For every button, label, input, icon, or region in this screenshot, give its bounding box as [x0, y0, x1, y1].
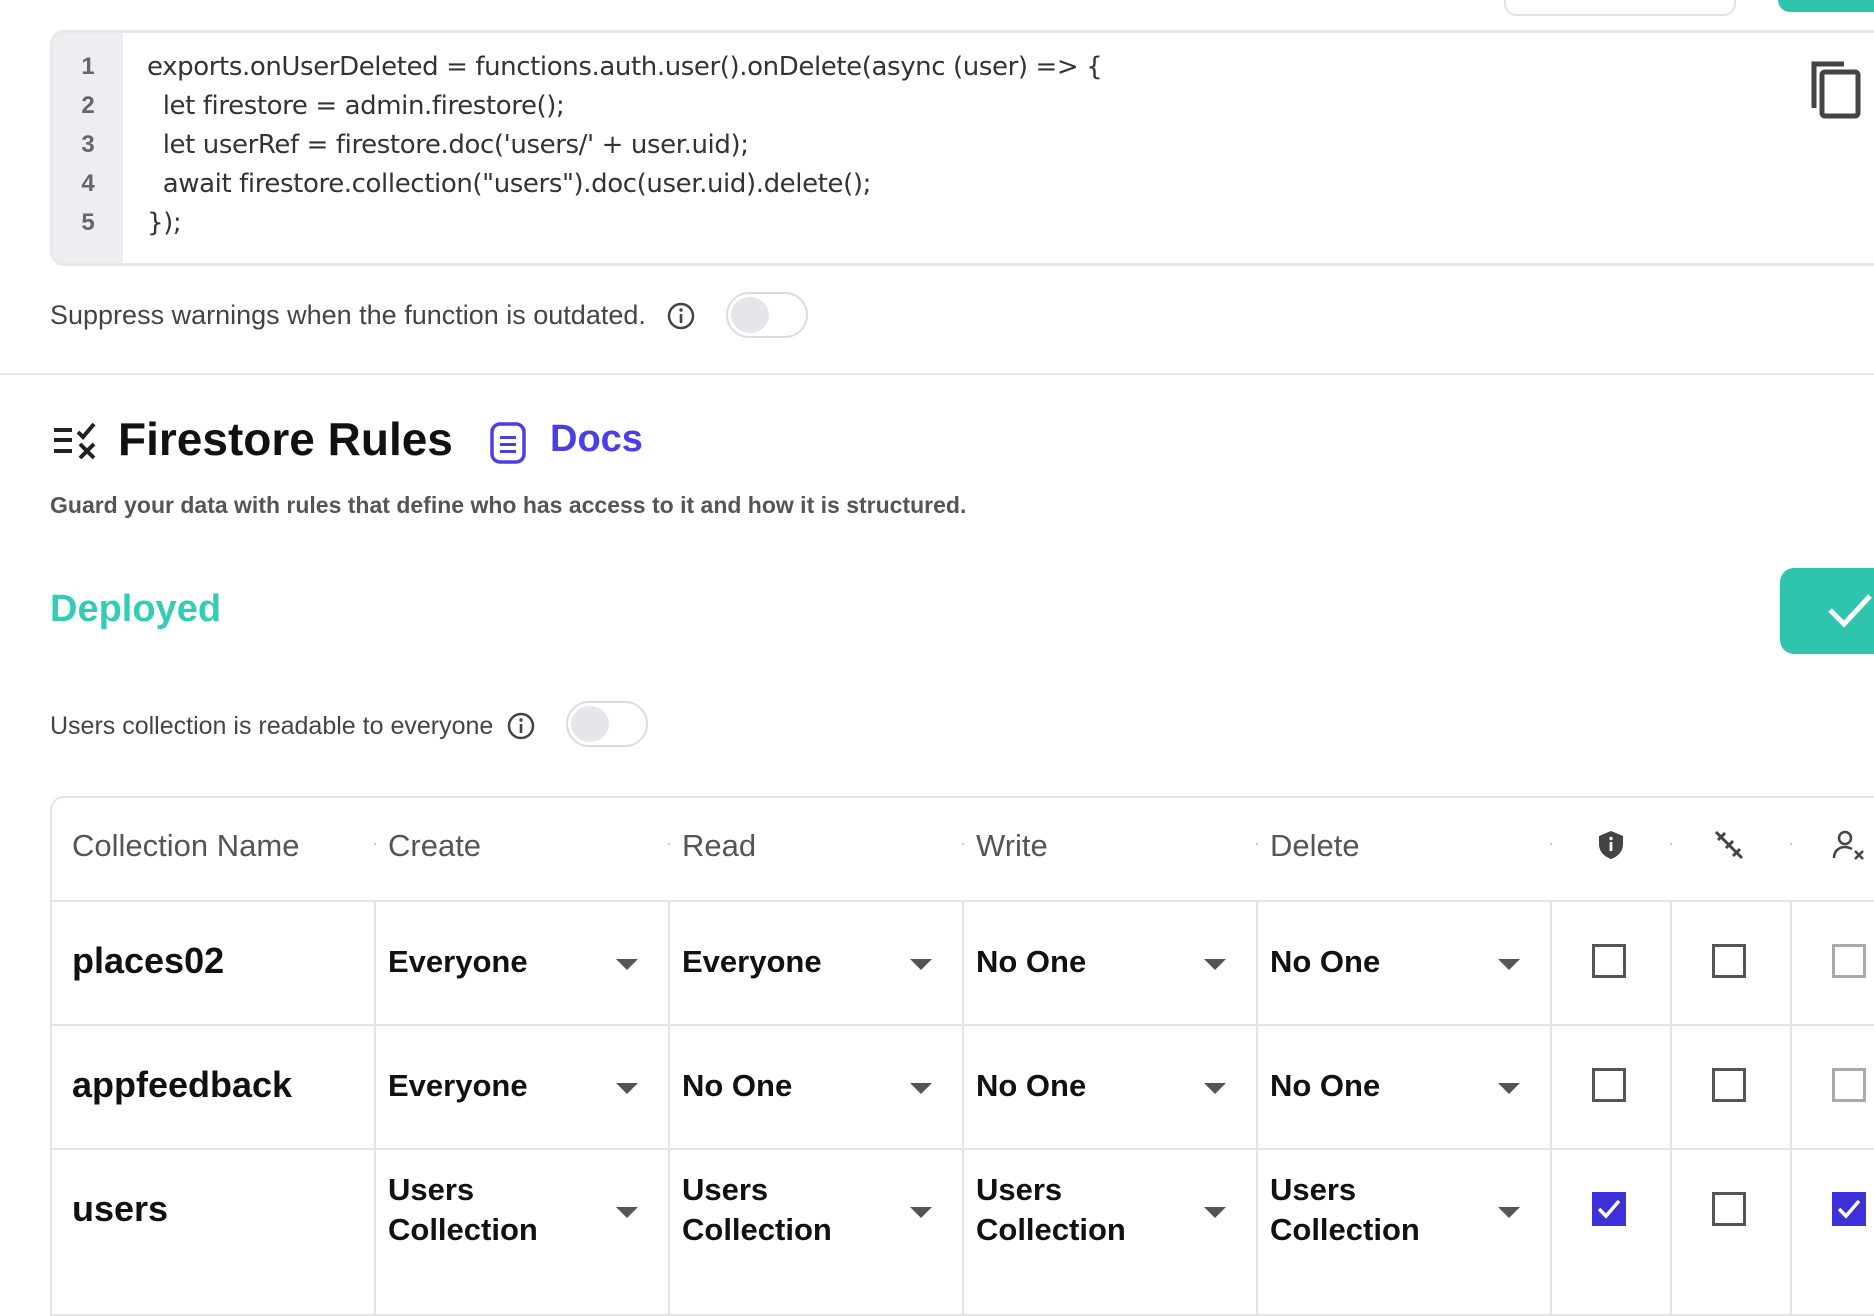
- toggle-knob: [571, 706, 609, 742]
- column-header-read: Read: [682, 828, 757, 863]
- header-separator: [962, 843, 964, 845]
- select-value: No One: [1270, 944, 1381, 979]
- checkbox[interactable]: [1832, 1068, 1866, 1102]
- checkbox[interactable]: [1592, 1068, 1626, 1102]
- checkbox[interactable]: [1712, 1192, 1746, 1226]
- collection-name: users: [72, 1188, 169, 1229]
- select-value: No One: [976, 1068, 1087, 1103]
- user-remove-icon: [1832, 830, 1864, 860]
- select-value: Everyone: [682, 944, 822, 979]
- code-line: let userRef = firestore.doc('users/' + u…: [147, 130, 749, 160]
- page-title: Firestore Rules: [118, 413, 453, 465]
- column-divider: [1256, 902, 1258, 1314]
- checkbox[interactable]: [1712, 1068, 1746, 1102]
- header-separator: [1790, 843, 1792, 845]
- line-number: 3: [81, 131, 95, 158]
- select-value: No One: [1270, 1068, 1381, 1103]
- rules-check-icon: [54, 422, 96, 460]
- top-primary-button[interactable]: [1778, 0, 1874, 12]
- select-value: Everyone: [388, 944, 528, 979]
- code-line: await firestore.collection("users").doc(…: [147, 169, 872, 199]
- line-number: 2: [81, 92, 95, 119]
- info-icon[interactable]: [666, 301, 696, 331]
- checkbox[interactable]: [1832, 944, 1866, 978]
- section-divider: [0, 373, 1874, 375]
- no-link-icon: [1714, 830, 1744, 860]
- code-line: exports.onUserDeleted = functions.auth.u…: [147, 52, 1103, 82]
- deploy-button[interactable]: [1780, 568, 1874, 654]
- header-separator: [374, 843, 376, 845]
- users-readable-label: Users collection is readable to everyone: [50, 712, 494, 740]
- column-divider: [1790, 902, 1792, 1314]
- users-readable-toggle[interactable]: [566, 701, 648, 747]
- checkmark-icon: [1597, 1199, 1621, 1219]
- select-value: Users Collection: [388, 1172, 538, 1247]
- column-divider: [1550, 902, 1552, 1314]
- chevron-down-icon: [1498, 1083, 1520, 1094]
- checkbox[interactable]: [1592, 944, 1626, 978]
- checkbox[interactable]: [1832, 1192, 1866, 1226]
- chevron-down-icon: [1204, 959, 1226, 970]
- suppress-warnings-label: Suppress warnings when the function is o…: [50, 300, 646, 330]
- header-separator: [668, 843, 670, 845]
- select-value: Everyone: [388, 1068, 528, 1103]
- line-number: 4: [81, 170, 95, 197]
- header-separator: [1256, 843, 1258, 845]
- line-number: 5: [81, 209, 95, 236]
- toggle-knob: [731, 297, 769, 333]
- select-value: No One: [976, 944, 1087, 979]
- column-header-create: Create: [388, 828, 482, 863]
- line-number: 1: [81, 53, 95, 80]
- copy-icon[interactable]: [1808, 60, 1868, 124]
- shield-icon: [1599, 831, 1623, 859]
- docs-link[interactable]: Docs: [550, 418, 643, 461]
- chevron-down-icon: [1204, 1083, 1226, 1094]
- column-divider: [668, 902, 670, 1314]
- code-line: });: [147, 208, 182, 238]
- top-secondary-button[interactable]: [1504, 0, 1736, 16]
- select-value: Users Collection: [682, 1172, 832, 1247]
- chevron-down-icon: [910, 959, 932, 970]
- column-header-write: Write: [976, 828, 1048, 863]
- header-separator: [1550, 843, 1552, 845]
- checkbox[interactable]: [1592, 1192, 1626, 1226]
- select-value: No One: [682, 1068, 793, 1103]
- document-icon[interactable]: [488, 420, 528, 466]
- chevron-down-icon: [616, 1207, 638, 1218]
- chevron-down-icon: [616, 959, 638, 970]
- suppress-warnings-toggle[interactable]: [726, 292, 808, 338]
- column-divider: [374, 902, 376, 1314]
- collection-name: appfeedback: [72, 1064, 293, 1105]
- select-value: Users Collection: [1270, 1172, 1420, 1247]
- checkmark-icon: [1837, 1199, 1861, 1219]
- chevron-down-icon: [910, 1207, 932, 1218]
- code-line: let firestore = admin.firestore();: [147, 91, 565, 121]
- chevron-down-icon: [1498, 1207, 1520, 1218]
- checkmark-icon: [1828, 594, 1872, 628]
- deploy-status: Deployed: [50, 588, 222, 630]
- collection-name: places02: [72, 940, 225, 981]
- section-subtitle: Guard your data with rules that define w…: [50, 492, 967, 518]
- column-header-collection: Collection Name: [72, 828, 300, 863]
- column-header-delete: Delete: [1270, 828, 1360, 863]
- rules-table: Collection Name Create Read Write Delete…: [50, 796, 1874, 1316]
- checkbox[interactable]: [1712, 944, 1746, 978]
- chevron-down-icon: [1498, 959, 1520, 970]
- column-divider: [962, 902, 964, 1314]
- chevron-down-icon: [1204, 1207, 1226, 1218]
- code-editor[interactable]: 1 2 3 4 5 exports.onUserDeleted = functi…: [50, 30, 1874, 266]
- header-separator: [1670, 843, 1672, 845]
- chevron-down-icon: [616, 1083, 638, 1094]
- chevron-down-icon: [910, 1083, 932, 1094]
- select-value: Users Collection: [976, 1172, 1126, 1247]
- info-icon[interactable]: [506, 711, 536, 741]
- column-divider: [1670, 902, 1672, 1314]
